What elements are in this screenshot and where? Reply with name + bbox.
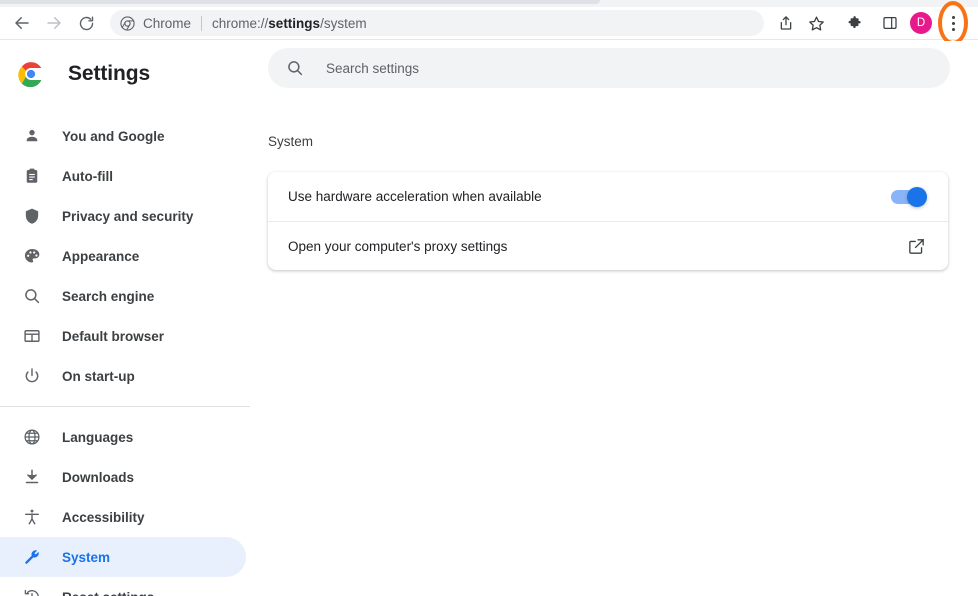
sidebar-item-appearance[interactable]: Appearance <box>0 236 246 276</box>
chrome-menu-button[interactable] <box>938 1 968 45</box>
sidebar-item-label: Downloads <box>62 469 135 485</box>
sidebar-item-search-engine[interactable]: Search engine <box>0 276 246 316</box>
avatar-initial: D <box>916 17 926 29</box>
sidebar-item-label: Accessibility <box>62 509 145 525</box>
search-icon <box>22 286 42 306</box>
person-icon <box>22 126 42 146</box>
omnibox-url: chrome://settings/system <box>212 16 367 31</box>
sidebar-item-on-start-up[interactable]: On start-up <box>0 356 246 396</box>
address-bar[interactable]: Chrome chrome://settings/system <box>110 10 764 36</box>
sidebar-item-label: Auto-fill <box>62 168 113 184</box>
settings-main: System Use hardware acceleration when av… <box>260 41 978 596</box>
row-hardware-acceleration[interactable]: Use hardware acceleration when available <box>268 172 948 221</box>
row-label: Use hardware acceleration when available <box>288 189 542 204</box>
settings-nav: You and Google Auto-fill Privacy and sec… <box>0 116 260 596</box>
toolbar-actions: D <box>770 1 978 45</box>
sidebar-item-default-browser[interactable]: Default browser <box>0 316 246 356</box>
sidebar-divider <box>0 406 250 407</box>
power-icon <box>22 366 42 386</box>
url-prefix: chrome:// <box>212 15 269 31</box>
side-panel-icon[interactable] <box>876 9 904 37</box>
accessibility-icon <box>22 507 42 527</box>
sidebar-item-label: System <box>62 549 111 565</box>
url-bold-segment: settings <box>268 15 321 31</box>
sidebar-item-you-and-google[interactable]: You and Google <box>0 116 246 156</box>
section-title: System <box>268 134 314 149</box>
external-link-icon[interactable] <box>907 237 926 256</box>
settings-sidebar: Settings You and Google Auto-fill Privac… <box>0 41 260 596</box>
sidebar-item-system[interactable]: System <box>0 537 246 577</box>
share-icon[interactable] <box>772 9 800 37</box>
sidebar-item-downloads[interactable]: Downloads <box>0 457 246 497</box>
sidebar-item-privacy-and-security[interactable]: Privacy and security <box>0 196 246 236</box>
download-icon <box>22 467 42 487</box>
sidebar-item-auto-fill[interactable]: Auto-fill <box>0 156 246 196</box>
reload-icon[interactable] <box>72 9 100 37</box>
search-icon <box>286 59 304 77</box>
omnibox-divider <box>201 15 203 31</box>
shield-icon <box>22 206 42 226</box>
row-label: Open your computer's proxy settings <box>288 238 508 254</box>
sidebar-item-accessibility[interactable]: Accessibility <box>0 497 246 537</box>
browser-window-icon <box>22 326 42 346</box>
settings-header: Settings <box>0 46 260 102</box>
active-tab[interactable] <box>0 0 600 4</box>
sidebar-item-label: Reset settings <box>62 590 154 596</box>
page-title: Settings <box>68 62 151 85</box>
search-row <box>260 41 978 88</box>
system-settings-card: Use hardware acceleration when available… <box>268 172 948 270</box>
omnibox-app-name: Chrome <box>143 15 192 31</box>
toggle-knob <box>907 186 927 207</box>
extensions-puzzle-icon[interactable] <box>840 9 868 37</box>
url-suffix: /system <box>320 15 367 31</box>
sidebar-item-label: You and Google <box>62 128 165 144</box>
sidebar-item-reset-settings[interactable]: Reset settings <box>0 577 246 596</box>
chrome-logo-icon <box>18 61 44 87</box>
row-proxy-settings[interactable]: Open your computer's proxy settings <box>268 221 948 270</box>
avatar[interactable]: D <box>910 12 932 34</box>
browser-window: Chrome chrome://settings/system D Settin… <box>0 0 978 596</box>
sidebar-item-label: Appearance <box>62 248 140 264</box>
back-icon[interactable] <box>8 9 36 37</box>
forward-icon[interactable] <box>40 9 68 37</box>
wrench-icon <box>22 547 42 567</box>
sidebar-item-label: Search engine <box>62 288 155 304</box>
three-dot-menu-icon <box>951 15 955 31</box>
bookmark-star-icon[interactable] <box>802 9 830 37</box>
globe-icon <box>22 427 42 447</box>
settings-page: Settings You and Google Auto-fill Privac… <box>0 41 978 596</box>
chrome-icon <box>120 15 135 31</box>
sidebar-item-label: Default browser <box>62 328 165 344</box>
clipboard-icon <box>22 166 42 186</box>
search-input[interactable] <box>326 60 950 76</box>
palette-icon <box>22 246 42 266</box>
sidebar-item-languages[interactable]: Languages <box>0 417 246 457</box>
sidebar-item-label: Languages <box>62 429 134 445</box>
sidebar-item-label: On start-up <box>62 368 135 384</box>
search-settings-box[interactable] <box>268 48 950 88</box>
tab-strip <box>0 0 978 7</box>
browser-toolbar: Chrome chrome://settings/system D <box>0 1 978 45</box>
sidebar-item-label: Privacy and security <box>62 208 194 224</box>
hardware-acceleration-toggle[interactable] <box>891 186 927 207</box>
history-restore-icon <box>22 587 42 596</box>
